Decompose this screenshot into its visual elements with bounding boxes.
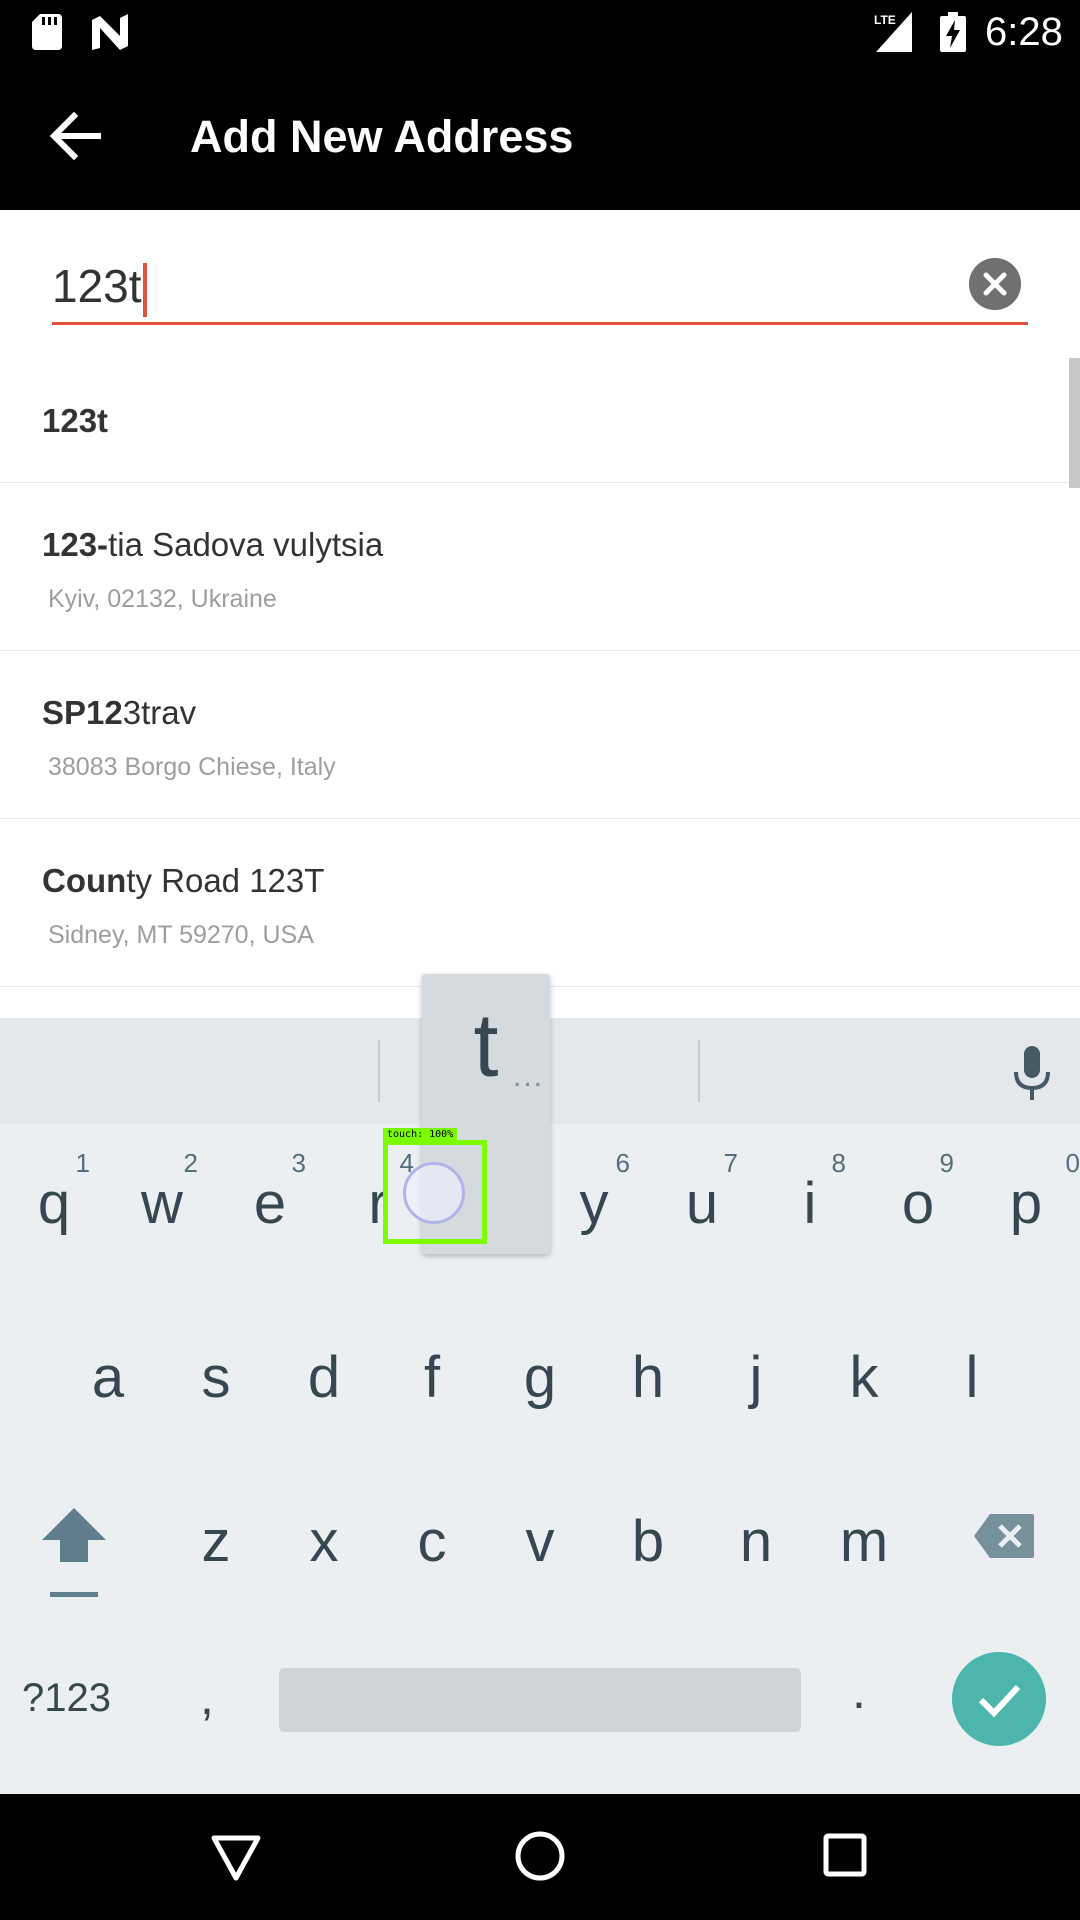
suggestion-subtitle: 38083 Borgo Chiese, Italy (48, 753, 336, 781)
suggestion-title: 123-tia Sadova vulytsia (42, 526, 384, 563)
touch-point (403, 1162, 465, 1224)
key-label: j (749, 1345, 763, 1410)
suggestion-item[interactable]: 123-tia Sadova vulytsia Kyiv, 02132, Ukr… (0, 483, 1080, 651)
key-k[interactable]: k (810, 1308, 918, 1438)
key-o[interactable]: 9o (864, 1124, 972, 1254)
suggestion-item[interactable]: County Road 123T Sidney, MT 59270, USA (0, 819, 1080, 987)
address-search-input[interactable]: 123t (52, 260, 147, 317)
suggestion-divider (698, 1040, 700, 1102)
key-l[interactable]: l (918, 1308, 1026, 1438)
backspace-icon[interactable] (972, 1512, 1036, 1560)
key-label: w (141, 1171, 183, 1236)
check-icon[interactable] (952, 1652, 1046, 1746)
battery-charging-icon (940, 12, 966, 52)
key-label: x (309, 1509, 339, 1574)
suggestion-title: SP123trav (42, 694, 197, 731)
key-label: b (631, 1509, 665, 1574)
key-label: g (523, 1345, 557, 1410)
mic-icon[interactable] (1010, 1046, 1054, 1102)
list-scrollbar[interactable] (1069, 358, 1080, 488)
key-label: v (525, 1509, 555, 1574)
key-label: c (417, 1509, 447, 1574)
sd-card-icon (32, 14, 62, 50)
key-x[interactable]: x (270, 1472, 378, 1602)
key-label: o (901, 1171, 935, 1236)
key-y[interactable]: 6y (540, 1124, 648, 1254)
key-s[interactable]: s (162, 1308, 270, 1438)
key-i[interactable]: 8i (756, 1124, 864, 1254)
key-a[interactable]: a (54, 1308, 162, 1438)
nav-back-icon[interactable] (210, 1832, 262, 1882)
key-label: n (739, 1509, 773, 1574)
key-q[interactable]: 1q (0, 1124, 108, 1254)
key-label: k (849, 1345, 879, 1410)
key-label: p (1009, 1171, 1043, 1236)
key-label: s (201, 1345, 231, 1410)
suggestion-subtitle: Kyiv, 02132, Ukraine (48, 585, 277, 613)
suggestion-item[interactable]: 123t (0, 355, 1080, 483)
nav-home-icon[interactable] (514, 1830, 566, 1882)
key-j[interactable]: j (702, 1308, 810, 1438)
comma-key[interactable]: , (200, 1668, 214, 1726)
text-caret (142, 262, 147, 317)
key-label: f (423, 1345, 441, 1410)
key-f[interactable]: f (378, 1308, 486, 1438)
status-time: 6:28 (985, 10, 1063, 54)
address-suggestions-list: 123t 123-tia Sadova vulytsia Kyiv, 02132… (0, 355, 1080, 987)
suggestion-item[interactable]: SP123trav 38083 Borgo Chiese, Italy (0, 651, 1080, 819)
key-z[interactable]: z (162, 1472, 270, 1602)
page-title: Add New Address (190, 111, 574, 162)
key-p[interactable]: 0p (972, 1124, 1080, 1254)
key-label: q (37, 1171, 71, 1236)
clear-circle-icon[interactable] (969, 258, 1021, 310)
search-area: 123t (0, 210, 1080, 355)
key-b[interactable]: b (594, 1472, 702, 1602)
suggestion-title: County Road 123T (42, 862, 325, 899)
key-m[interactable]: m (810, 1472, 918, 1602)
lte-signal-icon: LTE (874, 12, 912, 52)
n-notification-icon (92, 14, 128, 50)
arrow-back-icon[interactable] (34, 101, 114, 171)
app-bar: Add New Address (0, 63, 1080, 210)
shift-icon[interactable] (38, 1504, 110, 1604)
key-label: l (965, 1345, 979, 1410)
key-g[interactable]: g (486, 1308, 594, 1438)
key-w[interactable]: 2w (108, 1124, 216, 1254)
key-label: m (839, 1509, 889, 1574)
period-key[interactable]: . (852, 1662, 866, 1720)
suggestion-divider (378, 1040, 380, 1102)
key-v[interactable]: v (486, 1472, 594, 1602)
nav-recents-icon[interactable] (822, 1832, 868, 1878)
more-keys-indicator: ... (512, 1060, 544, 1093)
suggestion-subtitle: Sidney, MT 59270, USA (48, 921, 314, 949)
key-d[interactable]: d (270, 1308, 378, 1438)
key-label: z (201, 1509, 231, 1574)
key-n[interactable]: n (702, 1472, 810, 1602)
symbols-key[interactable]: ?123 (22, 1676, 111, 1720)
key-label: d (307, 1345, 341, 1410)
key-label: u (685, 1171, 719, 1236)
suggestion-title: 123t (42, 402, 109, 439)
svg-text:LTE: LTE (874, 13, 896, 27)
navigation-bar (0, 1794, 1080, 1920)
key-h[interactable]: h (594, 1308, 702, 1438)
key-u[interactable]: 7u (648, 1124, 756, 1254)
key-e[interactable]: 3e (216, 1124, 324, 1254)
key-c[interactable]: c (378, 1472, 486, 1602)
key-label: i (803, 1171, 817, 1236)
search-input-text: 123t (52, 260, 142, 312)
search-underline (52, 322, 1028, 325)
space-key[interactable] (279, 1668, 801, 1732)
key-label: a (91, 1345, 125, 1410)
key-label: e (253, 1171, 287, 1236)
key-label: h (631, 1345, 665, 1410)
status-bar: LTE 6:28 (0, 0, 1080, 63)
key-label: y (579, 1171, 609, 1236)
